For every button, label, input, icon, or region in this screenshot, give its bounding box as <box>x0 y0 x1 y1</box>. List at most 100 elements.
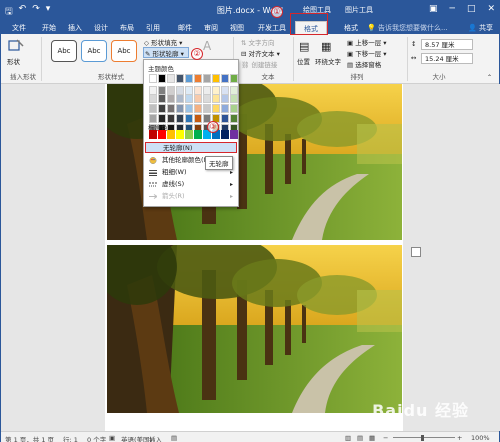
tab-mailings[interactable]: 邮件 <box>173 21 197 35</box>
align-text-button[interactable]: ⊟ 对齐文本 ▾ <box>241 48 280 58</box>
print-layout-icon[interactable]: ▤ <box>357 434 363 442</box>
create-link-button[interactable]: ⛓ 创建链接 <box>241 59 277 69</box>
selection-pane-label: 选择窗格 <box>355 61 382 69</box>
collapse-ribbon-icon[interactable]: ⌃ <box>487 74 492 81</box>
theme-color-swatch[interactable] <box>185 74 193 83</box>
size-group-label: 大小 <box>432 73 446 81</box>
theme-color-swatch[interactable] <box>167 74 175 83</box>
standard-color-swatch[interactable] <box>176 130 184 139</box>
zoom-level[interactable]: 100% <box>471 434 490 442</box>
theme-color-swatch[interactable] <box>230 104 238 113</box>
shape-fill-label: 形状填充 <box>151 39 178 47</box>
tab-file[interactable]: 文件 <box>7 21 31 35</box>
theme-color-swatch[interactable] <box>230 114 238 123</box>
tab-review[interactable]: 审阅 <box>199 21 223 35</box>
theme-color-swatch[interactable] <box>203 104 211 113</box>
theme-color-swatch[interactable] <box>167 94 175 103</box>
ribbon-options-icon[interactable]: ▣ <box>429 4 438 14</box>
minimize-icon[interactable]: ─ <box>450 4 455 14</box>
tab-references[interactable]: 引用 <box>141 21 165 35</box>
standard-color-swatch[interactable] <box>149 130 157 139</box>
position-icon[interactable]: ▤ <box>299 40 309 53</box>
read-mode-icon[interactable]: ▥ <box>345 434 351 442</box>
theme-color-swatch[interactable] <box>221 104 229 113</box>
theme-color-swatch[interactable] <box>158 74 166 83</box>
theme-color-swatch[interactable] <box>230 74 238 83</box>
theme-color-swatch[interactable] <box>176 104 184 113</box>
theme-color-swatch[interactable] <box>167 104 175 113</box>
standard-color-swatch[interactable] <box>158 130 166 139</box>
tab-layout[interactable]: 布局 <box>115 21 139 35</box>
shape-edit-icon[interactable] <box>7 38 25 56</box>
standard-color-swatch[interactable] <box>221 130 229 139</box>
picture-2[interactable] <box>107 245 402 413</box>
theme-color-swatch[interactable] <box>221 114 229 123</box>
theme-color-swatch[interactable] <box>176 94 184 103</box>
zoom-in-icon[interactable]: + <box>457 434 462 442</box>
tab-insert[interactable]: 插入 <box>63 21 87 35</box>
send-backward-button[interactable]: ▣ 下移一层 ▾ <box>347 48 387 58</box>
selection-pane-button[interactable]: ▤ 选择窗格 <box>347 59 381 69</box>
theme-color-swatch[interactable] <box>149 94 157 103</box>
theme-color-swatch[interactable] <box>212 74 220 83</box>
standard-color-swatch[interactable] <box>194 130 202 139</box>
theme-color-swatch[interactable] <box>158 104 166 113</box>
theme-color-swatch[interactable] <box>212 94 220 103</box>
share-button[interactable]: 👤 共享 <box>468 23 493 33</box>
theme-color-swatch[interactable] <box>185 94 193 103</box>
theme-color-swatch[interactable] <box>230 94 238 103</box>
tab-home[interactable]: 开始 <box>37 21 61 35</box>
bring-forward-button[interactable]: ▣ 上移一层 ▾ <box>347 37 387 47</box>
tab-view[interactable]: 视图 <box>225 21 249 35</box>
theme-color-swatch[interactable] <box>185 104 193 113</box>
zoom-slider[interactable] <box>393 437 455 438</box>
status-words[interactable]: 0 个字 <box>87 434 106 442</box>
standard-color-swatch[interactable] <box>167 130 175 139</box>
theme-color-swatch[interactable] <box>185 114 193 123</box>
theme-color-swatch[interactable] <box>194 114 202 123</box>
theme-color-swatch[interactable] <box>176 74 184 83</box>
theme-color-swatch[interactable] <box>194 94 202 103</box>
theme-color-swatch[interactable] <box>203 74 211 83</box>
dashes-item[interactable]: 虚线(S) ▸ <box>145 179 237 190</box>
width-field[interactable]: 15.24 厘米 <box>421 53 473 64</box>
style-preset-2[interactable]: Abc <box>81 40 107 62</box>
shape-fill-button[interactable]: ◇ 形状填充 ▾ <box>144 37 182 47</box>
theme-color-swatch[interactable] <box>194 74 202 83</box>
text-direction-button[interactable]: ⇅ 文字方向 <box>241 37 275 47</box>
tell-me-search[interactable]: 💡 告诉我您想要做什么... <box>367 23 448 33</box>
theme-color-swatch[interactable] <box>203 94 211 103</box>
close-icon[interactable]: ✕ <box>487 4 495 14</box>
height-field[interactable]: 8.57 厘米 <box>421 39 473 50</box>
theme-color-swatch[interactable] <box>149 74 157 83</box>
layout-options-icon[interactable] <box>411 247 421 257</box>
wrap-text-icon[interactable]: ▦ <box>321 40 331 53</box>
maximize-icon[interactable]: □ <box>467 4 476 14</box>
zoom-out-icon[interactable]: − <box>383 434 388 442</box>
tab-design[interactable]: 设计 <box>89 21 113 35</box>
status-mode[interactable]: 插入 <box>149 434 162 442</box>
style-preset-1[interactable]: Abc <box>51 40 77 62</box>
standard-color-swatch[interactable] <box>185 130 193 139</box>
standard-color-swatch[interactable] <box>230 130 238 139</box>
tab-developer[interactable]: 开发工具 <box>253 21 291 35</box>
status-macro-icon[interactable]: ▤ <box>171 434 177 442</box>
theme-color-swatch[interactable] <box>176 114 184 123</box>
status-proofing-icon[interactable]: ▣ <box>109 434 115 442</box>
tab-format-picture[interactable]: 格式 <box>339 21 363 35</box>
theme-color-swatch[interactable] <box>221 74 229 83</box>
theme-color-swatch[interactable] <box>212 104 220 113</box>
theme-color-swatch[interactable] <box>158 94 166 103</box>
zoom-slider-thumb[interactable] <box>421 435 424 441</box>
no-outline-item[interactable]: 无轮廓(N) <box>145 142 237 153</box>
theme-color-swatch[interactable] <box>149 104 157 113</box>
status-line[interactable]: 行: 1 <box>63 434 78 442</box>
style-preset-3[interactable]: Abc <box>111 40 137 62</box>
status-page[interactable]: 第 1 页，共 1 页 <box>5 434 54 442</box>
theme-color-swatch[interactable] <box>194 104 202 113</box>
theme-color-swatch[interactable] <box>221 94 229 103</box>
theme-color-swatch[interactable] <box>167 114 175 123</box>
status-language[interactable]: 英语(美国) <box>121 434 152 442</box>
wordart-icon[interactable]: A <box>203 39 211 53</box>
web-layout-icon[interactable]: ▦ <box>369 434 375 442</box>
